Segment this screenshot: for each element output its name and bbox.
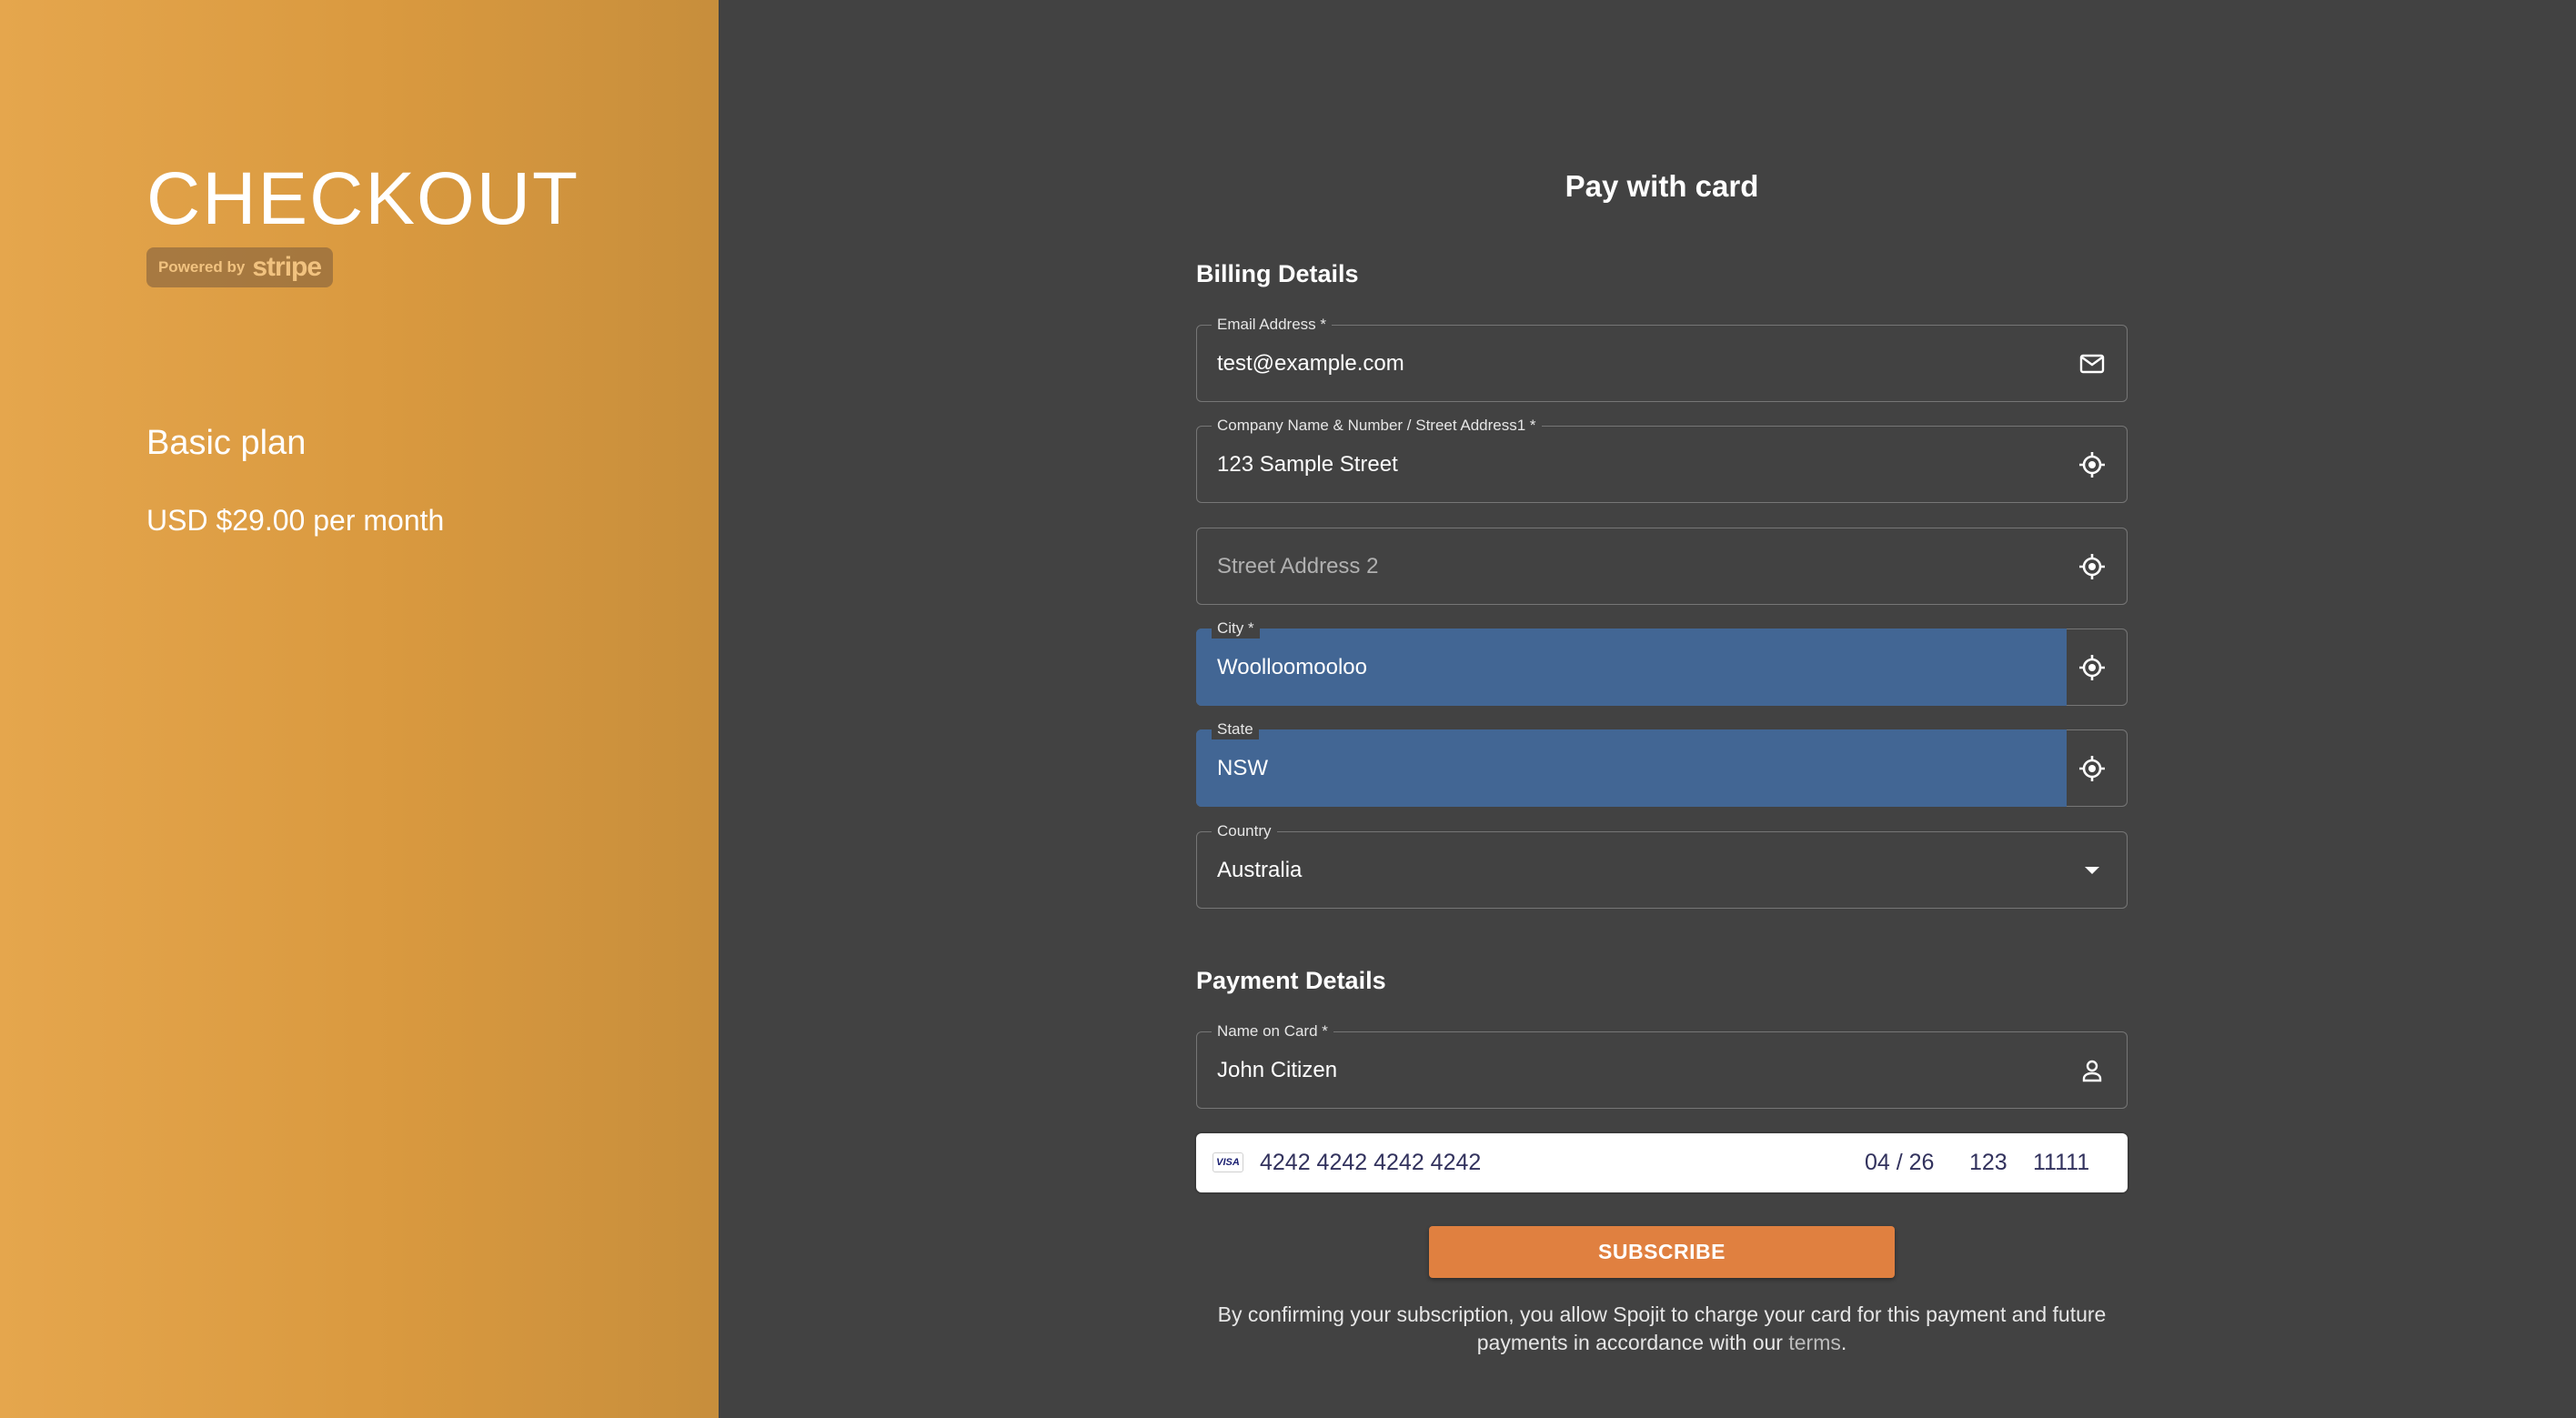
plan-name: Basic plan <box>146 424 307 462</box>
right-panel <box>719 0 2576 1418</box>
terms-period: . <box>1840 1331 1847 1354</box>
dropdown-arrow-icon[interactable] <box>2078 832 2107 908</box>
checkout-title: CHECKOUT <box>146 157 580 240</box>
payment-details-heading: Payment Details <box>1196 967 1386 994</box>
card-cvc-input[interactable]: 123 <box>1969 1133 2007 1192</box>
state-field[interactable]: State NSW <box>1196 719 2128 807</box>
mail-icon <box>2078 326 2107 401</box>
city-value[interactable]: Woolloomooloo <box>1217 629 1367 705</box>
country-value[interactable]: Australia <box>1217 832 1302 908</box>
card-input[interactable]: VISA 4242 4242 4242 4242 04 / 26 123 111… <box>1196 1133 2128 1192</box>
autofill-highlight <box>1196 729 2067 807</box>
location-crosshair-icon[interactable] <box>2078 730 2107 806</box>
location-crosshair-icon[interactable] <box>2078 629 2107 705</box>
left-panel: CHECKOUT Powered by stripe Basic plan US… <box>0 0 719 1418</box>
powered-by-stripe-badge[interactable]: Powered by stripe <box>146 247 333 287</box>
billing-details-heading: Billing Details <box>1196 260 1359 287</box>
city-field[interactable]: City * Woolloomooloo <box>1196 618 2128 706</box>
name-on-card-value[interactable]: John Citizen <box>1217 1032 1337 1108</box>
state-value[interactable]: NSW <box>1217 730 1268 806</box>
person-icon <box>2078 1032 2107 1108</box>
card-number-input[interactable]: 4242 4242 4242 4242 <box>1260 1133 1481 1192</box>
email-field[interactable]: Email Address * test@example.com <box>1196 315 2128 402</box>
location-crosshair-icon[interactable] <box>2078 427 2107 502</box>
stripe-logo: stripe <box>252 252 322 282</box>
location-crosshair-icon[interactable] <box>2078 528 2107 604</box>
card-postal-input[interactable]: 11111 <box>2033 1133 2089 1192</box>
street-address-2-placeholder[interactable]: Street Address 2 <box>1217 528 1378 604</box>
country-select[interactable]: Country Australia <box>1196 821 2128 909</box>
powered-by-text: Powered by <box>157 258 246 276</box>
terms-link[interactable]: terms <box>1788 1331 1841 1354</box>
street-address-1-field[interactable]: Company Name & Number / Street Address1 … <box>1196 416 2128 503</box>
street-address-2-field[interactable]: Street Address 2 <box>1196 528 2128 605</box>
subscribe-button[interactable]: SUBSCRIBE <box>1429 1226 1895 1278</box>
visa-card-icon: VISA <box>1213 1152 1243 1172</box>
terms-sentence: By confirming your subscription, you all… <box>1217 1302 2107 1354</box>
street-address-1-value[interactable]: 123 Sample Street <box>1217 427 1398 502</box>
card-expiry-input[interactable]: 04 / 26 <box>1865 1133 1934 1192</box>
terms-text: By confirming your subscription, you all… <box>1196 1301 2128 1357</box>
page-title: Pay with card <box>1565 169 1759 203</box>
email-value[interactable]: test@example.com <box>1217 326 1404 401</box>
name-on-card-field[interactable]: Name on Card * John Citizen <box>1196 1021 2128 1109</box>
plan-price: USD $29.00 per month <box>146 504 445 537</box>
